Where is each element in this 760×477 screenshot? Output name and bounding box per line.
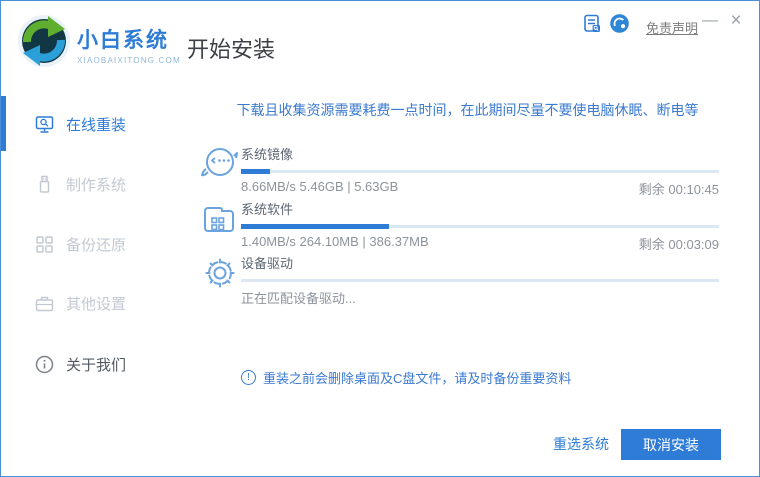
customer-service-icon[interactable] [610,14,629,33]
task-system-image: 系统镜像 8.66MB/s 5.46GB | 5.63GB 剩余 00:10:4… [201,144,719,197]
disclaimer-link[interactable]: 免责声明 [646,18,698,37]
task-name: 系统镜像 [241,147,294,162]
progress-track [241,279,719,282]
sidebar-item-label: 在线重装 [66,116,127,134]
sidebar-item-label: 制作系统 [66,176,127,194]
progress-track [241,170,719,173]
info-about-icon [35,355,54,373]
sidebar-item-label: 其他设置 [66,295,127,313]
software-folder-icon [204,207,234,232]
header: 小白系统 XIAOBAIXITONG.COM 开始安装 免责声明 — × [1,1,759,91]
exclamation-circle-icon: ! [241,370,256,385]
usb-make-system-icon [39,175,50,193]
task-system-software: 系统软件 1.40MB/s 264.10MB | 386.37MB 剩余 00:… [201,199,719,252]
monitor-reinstall-icon [35,115,54,133]
sidebar: 在线重装 制作系统 备份还原 其他设置 关于我们 [1,91,186,476]
document-feedback-icon[interactable] [584,14,601,33]
reselect-system-button[interactable]: 重选系统 [546,429,616,460]
backup-restore-icon [36,235,53,253]
progress-bar-system-image [241,169,719,174]
progress-fill [241,224,390,229]
backup-warning-text: 重装之前会删除桌面及C盘文件，请及时备份重要资料 [263,371,572,386]
progress-bar-device-driver [241,278,719,283]
task-detail: 1.40MB/s 264.10MB | 386.37MB [241,234,429,249]
page-title: 开始安装 [187,37,276,62]
sidebar-item-about-us[interactable]: 关于我们 [1,349,186,379]
sidebar-item-other-settings[interactable]: 其他设置 [1,288,186,318]
app-logo-icon [18,15,70,67]
task-remaining: 剩余 00:03:09 [638,237,719,252]
task-name: 设备驱动 [241,256,294,271]
brand-name: 小白系统 [77,29,169,52]
download-notice: 下载且收集资源需要耗费一点时间，在此期间尽量不要使电脑休眠、断电等 [236,102,699,118]
progress-bar-system-software [241,224,719,229]
backup-warning: ! 重装之前会删除桌面及C盘文件，请及时备份重要资料 [241,368,571,387]
task-remaining: 剩余 00:10:45 [638,182,719,197]
minimize-button[interactable]: — [702,12,718,30]
task-name: 系统软件 [241,202,294,217]
gear-icon [205,258,235,288]
task-device-driver: 设备驱动 正在匹配设备驱动... [201,253,719,306]
mascot-face-icon [201,148,238,177]
sidebar-item-label: 关于我们 [66,356,127,374]
sidebar-item-make-system[interactable]: 制作系统 [1,169,186,199]
close-button[interactable]: × [727,11,745,31]
task-detail: 8.66MB/s 5.46GB | 5.63GB [241,179,399,194]
sidebar-item-label: 备份还原 [66,236,127,254]
task-detail: 正在匹配设备驱动... [241,291,356,306]
cancel-install-button[interactable]: 取消安装 [621,429,721,460]
briefcase-settings-icon [35,296,54,311]
main-content: 下载且收集资源需要耗费一点时间，在此期间尽量不要使电脑休眠、断电等 系统镜像 8… [186,91,759,476]
brand: 小白系统 XIAOBAIXITONG.COM [77,24,181,65]
app-window: 小白系统 XIAOBAIXITONG.COM 开始安装 免责声明 — × 在线重… [0,0,760,477]
brand-domain: XIAOBAIXITONG.COM [77,56,181,65]
sidebar-item-backup-restore[interactable]: 备份还原 [1,229,186,259]
sidebar-item-online-reinstall[interactable]: 在线重装 [1,109,186,139]
progress-fill [241,169,270,174]
